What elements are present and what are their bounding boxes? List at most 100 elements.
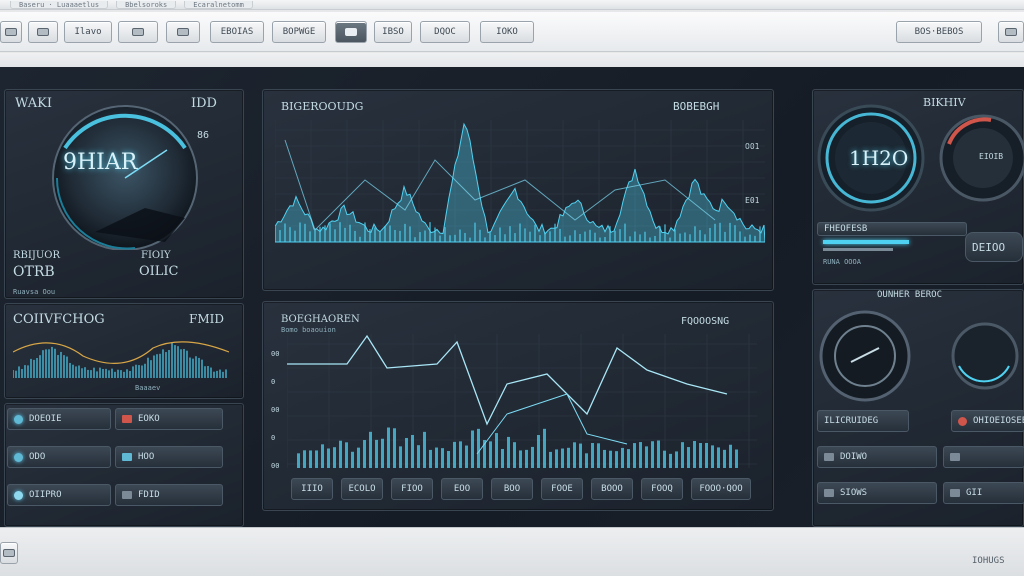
histogram-bar <box>423 431 426 468</box>
histogram-bar <box>735 449 738 468</box>
histogram-bar <box>597 443 600 468</box>
toolbar-overflow-button[interactable] <box>998 21 1024 43</box>
toolbar-doc-button[interactable]: DQOC <box>420 21 470 43</box>
gauge-left-caption: RBIJUOR <box>13 250 60 261</box>
panel-icon <box>3 549 15 557</box>
histogram-bar <box>309 450 312 468</box>
histogram-bar <box>573 442 576 468</box>
chart-control-button[interactable]: ECOLO <box>341 478 383 500</box>
toolbar-window-button[interactable] <box>118 21 158 43</box>
settings-label: BOS·BEBOS <box>914 27 964 37</box>
chart-control-button[interactable]: BOOO <box>591 478 633 500</box>
list-item-3b[interactable]: FDID <box>115 484 223 506</box>
histogram-bar <box>345 442 348 468</box>
right-control-row-2[interactable]: SIOWS <box>817 482 937 504</box>
list-item-3a[interactable]: OIIPRO <box>7 484 111 506</box>
trend-line <box>287 334 728 426</box>
y-tick-label: 00 <box>271 406 280 414</box>
toolbar-data-button[interactable]: BOPWGE <box>272 21 326 43</box>
right-control-row-1b[interactable] <box>943 446 1024 468</box>
chart-control-button[interactable]: FIOO <box>391 478 433 500</box>
histogram-bar <box>543 428 546 468</box>
right-control-button-1[interactable]: ILICRUIDEG <box>817 410 909 432</box>
y-tick-label: 00 <box>271 462 280 470</box>
right-row-label: RUNA OOOA <box>823 258 861 266</box>
chart-control-button[interactable]: IIIO <box>291 478 333 500</box>
histogram-bar <box>459 441 462 468</box>
wave-spectrum <box>13 341 229 378</box>
histogram-bar <box>453 441 456 468</box>
histogram-bar <box>645 446 648 468</box>
gauge-footnote: Ruavsa Oou <box>13 288 56 296</box>
y-tick-label: 00 <box>271 350 280 358</box>
toolbar-io-button[interactable]: IOKO <box>480 21 534 43</box>
toolbar-settings-field[interactable]: BOS·BEBOS <box>896 21 982 43</box>
list-item-1a[interactable]: DOEOIE <box>7 408 111 430</box>
top-chart-panel: BIGEROOUDG BOBEBGH O01 E01 <box>262 89 774 291</box>
status-left-button[interactable] <box>0 542 18 564</box>
window-icon <box>132 28 144 36</box>
histogram-bar <box>699 443 702 468</box>
top-spectrum-chart <box>275 120 765 243</box>
right-control-row-1[interactable]: DOIWO <box>817 446 937 468</box>
toolbar-view-button[interactable]: Ilavo <box>64 21 112 43</box>
chart-control-button[interactable]: FOOO·QOO <box>691 478 751 500</box>
window-tab-strip: Baseru · Luaaaetlus Bbelsoroks Ecaralnet… <box>0 0 1024 10</box>
right-section-title: OUNHER BEROC <box>877 290 943 300</box>
toolbar-iso-button[interactable]: IBSO <box>374 21 412 43</box>
status-bar: IOHUGS <box>0 527 1024 576</box>
right-control-button-2[interactable]: OHIOEIOSEE <box>951 410 1024 432</box>
bottom-chart-legend: FQOOOSNG <box>681 316 730 327</box>
histogram-bar <box>399 446 402 468</box>
histogram-bar <box>603 449 606 468</box>
right-gauges <box>817 104 1024 212</box>
histogram-bar <box>723 449 726 468</box>
histogram-bar <box>447 451 450 468</box>
right-progress-bar-2 <box>823 248 893 251</box>
toolbar-layout-button[interactable] <box>166 21 200 43</box>
histogram-bar <box>567 447 570 468</box>
histogram-bar <box>297 453 300 468</box>
histogram-bar <box>579 443 582 468</box>
histogram-bar <box>495 433 498 468</box>
histogram-bar <box>687 447 690 468</box>
histogram-bar <box>315 450 318 468</box>
histogram-bar <box>393 428 396 468</box>
histogram-bar <box>681 442 684 468</box>
histogram-bar <box>303 450 306 468</box>
record-icon <box>345 28 357 36</box>
file-icon <box>122 491 132 499</box>
list-item-2b[interactable]: HOO <box>115 446 223 468</box>
window-tab-1[interactable]: Baseru · Luaaaetlus <box>10 0 109 9</box>
toolbar-open-button[interactable] <box>28 21 58 43</box>
chart-control-button[interactable]: BOO <box>491 478 533 500</box>
right-dial-pair <box>819 310 1019 402</box>
histogram-bar <box>711 445 714 468</box>
toolbar-record-button[interactable] <box>335 21 367 43</box>
dashboard: WAKI IDD 86 9HIAR RBIJUOR OTRB FIOIY OIL… <box>0 67 1024 527</box>
histogram-bar <box>519 450 522 468</box>
window-tab-2[interactable]: Bbelsoroks <box>116 0 177 9</box>
list-item-1b[interactable]: EOKO <box>115 408 223 430</box>
list-item-2a[interactable]: ODO <box>7 446 111 468</box>
right-control-row-2b[interactable]: GII <box>943 482 1024 504</box>
histogram-bar <box>387 427 390 468</box>
histogram-bar <box>651 441 654 468</box>
window-tab-3[interactable]: Ecaralnetomm <box>184 0 253 9</box>
chart-control-button[interactable]: FOOE <box>541 478 583 500</box>
secondary-line <box>476 393 628 455</box>
histogram-bar <box>693 441 696 468</box>
gauge-left-value: OTRB <box>13 264 55 280</box>
toolbar-chart-button[interactable]: EBOIAS <box>210 21 264 43</box>
chart-control-button[interactable]: EOO <box>441 478 483 500</box>
wave-panel: COIIVFCHOG FMID Baaaev <box>4 303 244 399</box>
histogram-bar <box>561 448 564 468</box>
histogram-bar <box>465 445 468 468</box>
toolbar-menu-button[interactable] <box>0 21 22 43</box>
toggle-icon <box>950 453 960 461</box>
chart-control-button[interactable]: FOOQ <box>641 478 683 500</box>
wave-right-label: FMID <box>189 312 224 326</box>
right-progress-bar <box>823 240 909 244</box>
right-meter-button[interactable]: DEIOO <box>965 232 1023 262</box>
histogram-bar <box>555 449 558 468</box>
